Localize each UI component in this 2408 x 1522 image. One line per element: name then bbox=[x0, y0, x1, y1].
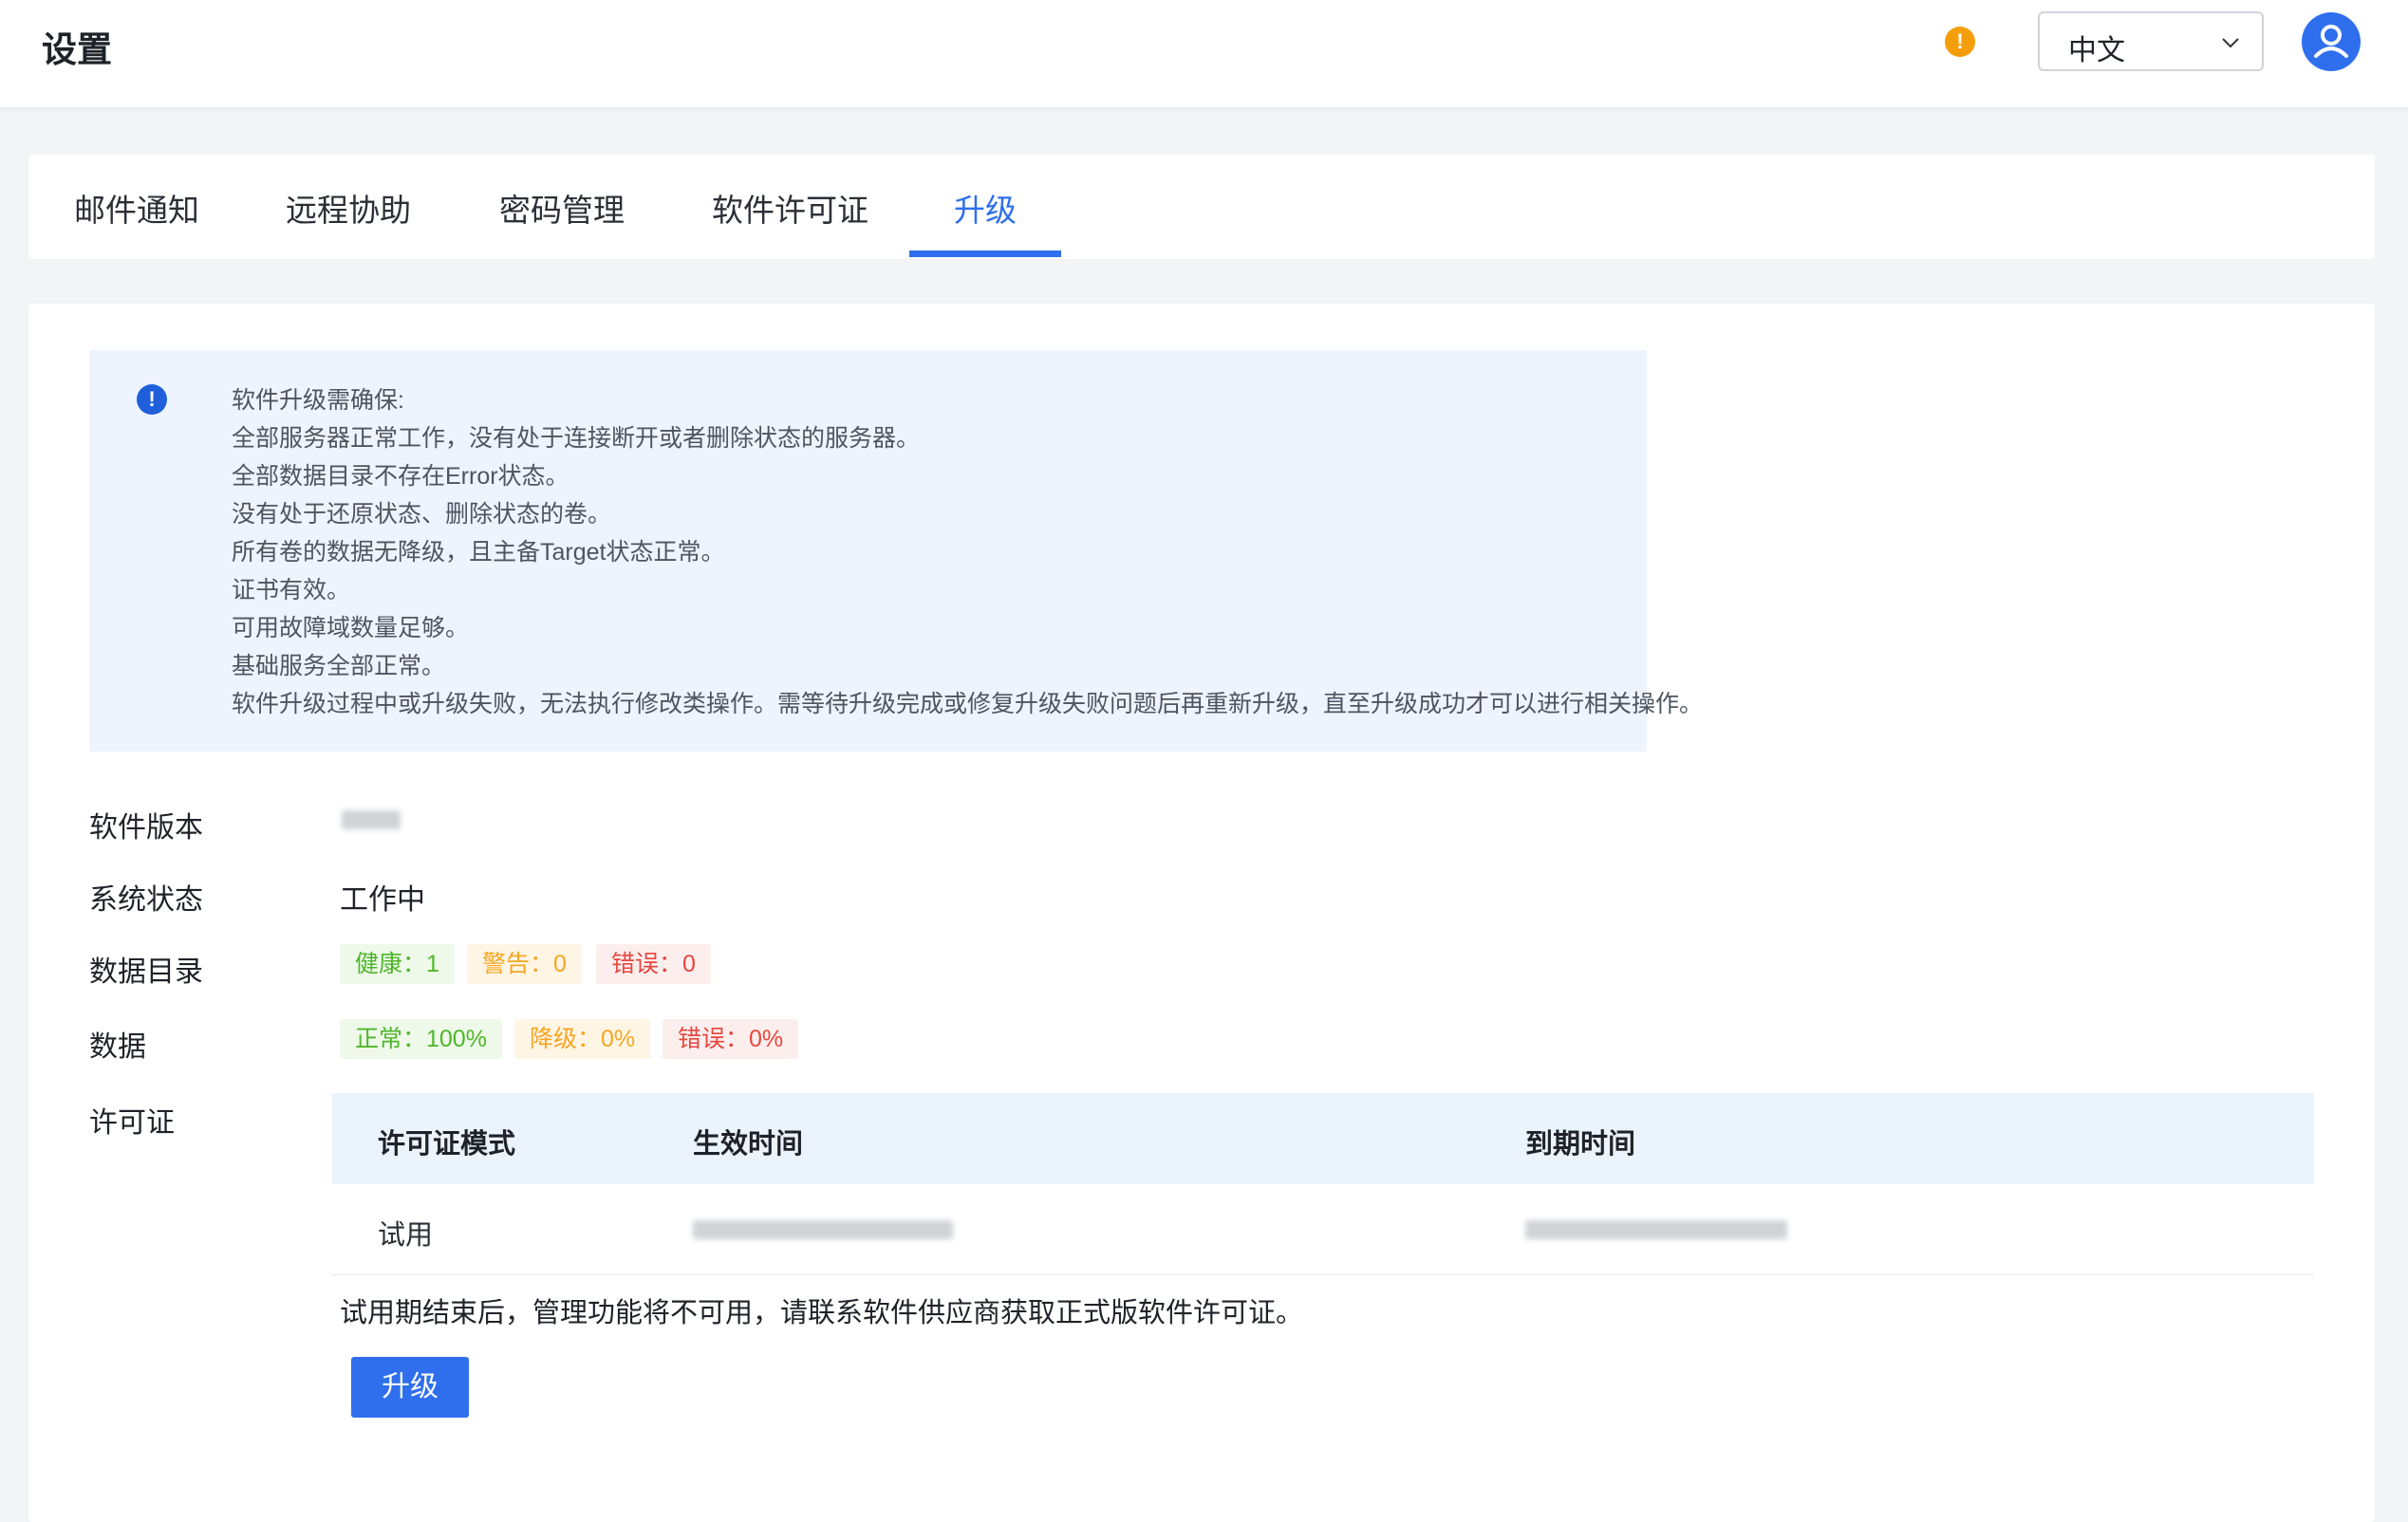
page-title: 设置 bbox=[42, 30, 112, 69]
notice-line: 全部服务器正常工作，没有处于连接断开或者删除状态的服务器。 bbox=[232, 425, 921, 452]
top-header: 设置 ! 中文 bbox=[0, 0, 2408, 107]
table-row: 试用 bbox=[332, 1184, 2314, 1275]
license-label: 许可证 bbox=[89, 1107, 175, 1139]
info-icon: ! bbox=[137, 384, 167, 415]
language-select[interactable]: 中文 bbox=[2038, 11, 2264, 71]
software-version-value-redacted bbox=[342, 810, 401, 829]
user-icon bbox=[2314, 25, 2348, 58]
data-degraded-badge: 降级：0% bbox=[514, 1019, 651, 1059]
active-tab-indicator bbox=[909, 251, 1061, 257]
expiry-time-redacted bbox=[1525, 1220, 1787, 1239]
upgrade-button[interactable]: 升级 bbox=[351, 1357, 469, 1418]
notice-line: 没有处于还原状态、删除状态的卷。 bbox=[232, 501, 612, 528]
language-value: 中文 bbox=[2068, 35, 2125, 66]
tab-remote-assistance[interactable]: 远程协助 bbox=[286, 185, 411, 231]
notice-line: 全部数据目录不存在Error状态。 bbox=[232, 463, 569, 490]
effective-time-redacted bbox=[693, 1220, 953, 1239]
notice-list: 软件升级需确保: 全部服务器正常工作，没有处于连接断开或者删除状态的服务器。 全… bbox=[232, 381, 1703, 723]
data-dir-warning-badge: 警告：0 bbox=[467, 944, 582, 984]
tab-software-license[interactable]: 软件许可证 bbox=[712, 185, 868, 231]
chevron-down-icon bbox=[2222, 38, 2239, 48]
data-dir-healthy-badge: 健康：1 bbox=[340, 944, 455, 984]
data-normal-badge: 正常：100% bbox=[340, 1019, 502, 1059]
data-dir-error-badge: 错误：0 bbox=[596, 944, 711, 984]
header-license-mode: 许可证模式 bbox=[378, 1129, 516, 1160]
notice-line: 所有卷的数据无降级，且主备Target状态正常。 bbox=[232, 539, 725, 566]
system-status-value: 工作中 bbox=[340, 884, 425, 916]
warning-icon[interactable]: ! bbox=[1945, 27, 1975, 57]
user-avatar[interactable] bbox=[2302, 12, 2361, 71]
header-expiry-time: 到期时间 bbox=[1525, 1129, 1636, 1160]
upgrade-panel: ! 软件升级需确保: 全部服务器正常工作，没有处于连接断开或者删除状态的服务器。… bbox=[28, 304, 2375, 1522]
tab-email-notification[interactable]: 邮件通知 bbox=[74, 185, 199, 231]
data-error-badge: 错误：0% bbox=[663, 1019, 799, 1059]
notice-line: 基础服务全部正常。 bbox=[232, 653, 446, 679]
license-table-header: 许可证模式 生效时间 到期时间 bbox=[332, 1093, 2314, 1184]
data-label: 数据 bbox=[89, 1031, 146, 1063]
tab-bar: 邮件通知 远程协助 密码管理 软件许可证 升级 bbox=[28, 155, 2375, 259]
trial-note: 试用期结束后，管理功能将不可用，请联系软件供应商获取正式版软件许可证。 bbox=[340, 1298, 1304, 1328]
system-status-label: 系统状态 bbox=[89, 884, 203, 916]
license-table: 许可证模式 生效时间 到期时间 试用 bbox=[332, 1093, 2314, 1275]
notice-line: 软件升级需确保: bbox=[232, 387, 404, 414]
notice-line: 证书有效。 bbox=[232, 577, 351, 603]
software-version-label: 软件版本 bbox=[89, 812, 203, 844]
tab-password-management[interactable]: 密码管理 bbox=[499, 185, 625, 231]
tab-upgrade[interactable]: 升级 bbox=[954, 185, 1017, 231]
data-dir-label: 数据目录 bbox=[89, 956, 203, 988]
upgrade-notice: ! 软件升级需确保: 全部服务器正常工作，没有处于连接断开或者删除状态的服务器。… bbox=[89, 350, 1703, 752]
notice-line: 可用故障域数量足够。 bbox=[232, 615, 470, 641]
header-effective-time: 生效时间 bbox=[693, 1129, 804, 1160]
notice-line: 软件升级过程中或升级失败，无法执行修改类操作。需等待升级完成或修复升级失败问题后… bbox=[232, 691, 1704, 717]
license-mode-value: 试用 bbox=[378, 1220, 434, 1251]
